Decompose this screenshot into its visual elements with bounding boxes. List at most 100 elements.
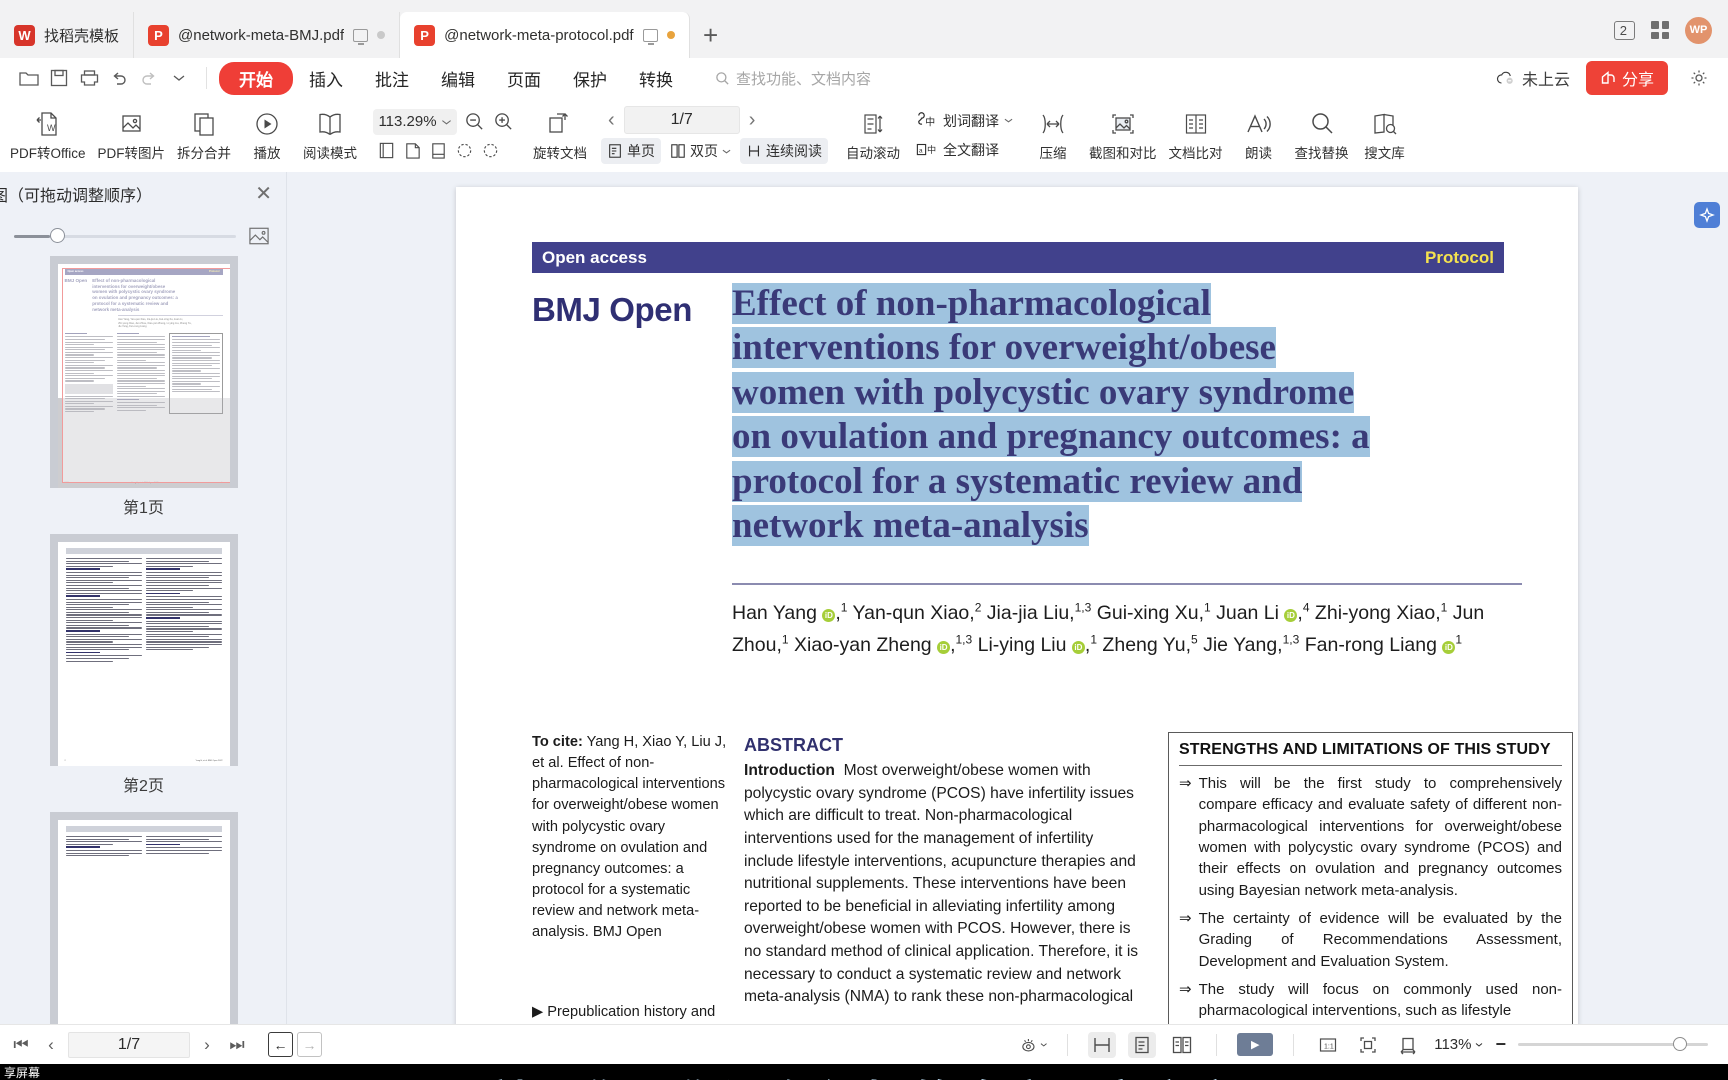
thumbnail-item-page2[interactable]: 2 Yang H, et al. BMJ Open 2022 第2页 xyxy=(0,534,287,812)
tool-label: 搜文库 xyxy=(1364,145,1405,161)
rotate-document-button[interactable]: 旋转文档 xyxy=(527,106,593,165)
first-page-icon[interactable]: ⏮ xyxy=(8,1032,34,1058)
forward-arrow-icon[interactable]: → xyxy=(297,1032,322,1057)
ribbon-tab-annotate[interactable]: 批注 xyxy=(359,63,425,94)
zoom-out-icon[interactable] xyxy=(463,110,486,133)
open-folder-icon[interactable] xyxy=(14,64,44,92)
view-mode-continuous[interactable]: 连续阅读 xyxy=(740,138,829,164)
translate-full-button[interactable]: a中 全文翻译 xyxy=(916,140,999,160)
thumbnail-size-slider[interactable] xyxy=(0,216,286,256)
fit-width-view-icon[interactable] xyxy=(1394,1032,1422,1058)
zoom-minus-button[interactable]: − xyxy=(1495,1035,1506,1053)
customize-chevron-icon[interactable] xyxy=(164,64,194,92)
view-mode-dual[interactable]: 双页 xyxy=(664,138,737,164)
tab-template-store[interactable]: W 找稻壳模板 xyxy=(0,12,135,58)
cloud-status[interactable]: 未上云 xyxy=(1496,66,1570,90)
page-number-input[interactable]: 1/7 xyxy=(623,106,740,134)
fit-page-icon[interactable] xyxy=(375,139,398,162)
list-item: ⇒ The study will focus on commonly used n… xyxy=(1179,979,1562,1022)
slideshow-play-icon[interactable]: ▶ xyxy=(1237,1033,1274,1056)
prev-page-icon[interactable]: ‹ xyxy=(38,1032,64,1058)
orcid-icon: iD xyxy=(1071,641,1085,655)
tool-label: 旋转文档 xyxy=(533,145,588,161)
pdf-page[interactable]: Open access Protocol BMJ Open Effect of … xyxy=(456,187,1578,1024)
next-page-icon[interactable]: › xyxy=(194,1032,220,1058)
image-thumb-icon[interactable] xyxy=(246,223,272,249)
rotate-left-icon[interactable] xyxy=(453,139,476,162)
thumbnail-list[interactable]: Open access Protocol BMJ Open Effect of no… xyxy=(0,256,287,1024)
reading-mode-button[interactable]: 阅读模式 xyxy=(297,106,363,165)
split-merge-button[interactable]: 拆分合并 xyxy=(171,106,237,165)
zoom-slider-track[interactable] xyxy=(1518,1037,1708,1051)
svg-text:中: 中 xyxy=(927,144,936,155)
thumbnail-item-page1[interactable]: Open access Protocol BMJ Open Effect of no… xyxy=(0,256,287,534)
tab-network-meta-bmj[interactable]: P @network-meta-BMJ.pdf xyxy=(134,12,401,58)
play-button[interactable]: 播放 xyxy=(237,106,297,165)
gear-icon[interactable] xyxy=(1684,64,1714,92)
find-replace-button[interactable]: 查找替换 xyxy=(1289,106,1355,165)
pdf-to-image-button[interactable]: PDF转图片 xyxy=(92,106,172,165)
floating-widget[interactable] xyxy=(1694,202,1720,228)
fit-page-view-icon[interactable] xyxy=(1354,1032,1382,1058)
last-page-icon[interactable]: ⏭ xyxy=(224,1032,250,1058)
svg-text:a: a xyxy=(919,147,923,154)
prev-page-button[interactable]: ‹ xyxy=(601,109,622,132)
slider-track[interactable] xyxy=(14,228,236,243)
avatar[interactable]: WP xyxy=(1685,16,1712,44)
zoom-value-input[interactable]: 113.29% xyxy=(373,108,458,135)
back-arrow-icon[interactable]: ← xyxy=(268,1032,293,1057)
ribbon-tab-protect[interactable]: 保护 xyxy=(557,63,623,94)
actual-size-icon[interactable]: 1:1 xyxy=(1314,1032,1342,1058)
save-icon[interactable] xyxy=(44,64,74,92)
fit-actual-icon[interactable] xyxy=(427,139,450,162)
ribbon-tab-page[interactable]: 页面 xyxy=(491,63,557,94)
next-page-button[interactable]: › xyxy=(742,109,763,132)
compress-button[interactable]: 压缩 xyxy=(1023,106,1083,165)
screenshot-compare-button[interactable]: 截图和对比 xyxy=(1083,106,1163,165)
tool-label: PDF转图片 xyxy=(97,145,166,161)
app-grid-icon[interactable] xyxy=(1651,21,1669,39)
tab-network-meta-protocol[interactable]: P @network-meta-protocol.pdf xyxy=(400,12,690,58)
search-library-button[interactable]: 搜文库 xyxy=(1355,106,1415,165)
ribbon-tab-edit[interactable]: 编辑 xyxy=(425,63,491,94)
read-aloud-button[interactable]: 朗读 xyxy=(1229,106,1289,165)
zoom-in-icon[interactable] xyxy=(492,110,515,133)
screen-count-badge[interactable]: 2 xyxy=(1613,20,1635,40)
undo-icon[interactable] xyxy=(104,64,134,92)
pdf-to-office-button[interactable]: W PDF转Office xyxy=(4,106,92,165)
thumbnail-item-page3[interactable]: 第3页 xyxy=(0,812,287,1024)
redo-icon[interactable] xyxy=(134,64,164,92)
tab-bar-right-controls: 2 WP xyxy=(1598,12,1728,58)
zoom-slider-knob[interactable] xyxy=(1673,1037,1687,1051)
close-icon[interactable]: ✕ xyxy=(255,184,272,204)
ribbon-tab-start[interactable]: 开始 xyxy=(219,61,293,95)
divider xyxy=(1216,1033,1218,1056)
sparkle-icon xyxy=(1699,207,1715,223)
fit-width-icon[interactable] xyxy=(401,139,424,162)
strengths-heading: STRENGTHS AND LIMITATIONS OF THIS STUDY xyxy=(1179,741,1551,758)
search-input[interactable]: 查找功能、文档内容 xyxy=(715,68,871,89)
search-library-icon xyxy=(1371,109,1399,139)
new-tab-button[interactable]: + xyxy=(690,12,732,58)
article-title[interactable]: Effect of non-pharmacological interventi… xyxy=(732,282,1522,548)
pdf-viewer[interactable]: Open access Protocol BMJ Open Effect of … xyxy=(287,172,1728,1024)
dual-page-view-icon[interactable] xyxy=(1168,1032,1196,1058)
ribbon-tab-insert[interactable]: 插入 xyxy=(293,63,359,94)
doc-compare-button[interactable]: 文档比对 xyxy=(1163,106,1229,165)
auto-scroll-button[interactable]: 自动滚动 xyxy=(840,106,906,165)
rotate-right-icon[interactable] xyxy=(479,139,502,162)
eye-protect-icon[interactable] xyxy=(1019,1032,1047,1058)
view-mode-label: 双页 xyxy=(690,143,719,159)
share-button[interactable]: 分享 xyxy=(1585,61,1668,95)
orcid-icon: iD xyxy=(1284,609,1298,622)
status-zoom-label[interactable]: 113% xyxy=(1434,1036,1483,1053)
print-icon[interactable] xyxy=(74,64,104,92)
view-mode-single[interactable]: 单页 xyxy=(601,138,662,164)
single-page-view-icon[interactable] xyxy=(1128,1031,1157,1058)
translate-word-button[interactable]: 中 划词翻译 xyxy=(916,111,1013,131)
status-page-input[interactable]: 1/7 xyxy=(68,1031,190,1058)
fit-height-icon[interactable] xyxy=(1088,1031,1117,1058)
ribbon-tab-convert[interactable]: 转换 xyxy=(623,63,689,94)
title-line: interventions for overweight/obese xyxy=(732,327,1276,369)
slider-knob[interactable] xyxy=(50,228,65,243)
